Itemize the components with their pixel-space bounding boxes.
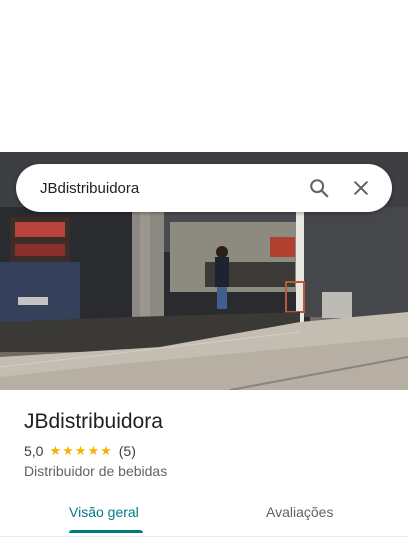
clear-search-button[interactable] [340,167,382,209]
search-icon [310,179,329,198]
tab-reviews[interactable]: Avaliações [266,504,333,520]
star-icon: ★ [62,443,74,458]
search-button[interactable] [298,167,340,209]
rating-row[interactable]: 5,0 ★ ★ ★ ★ ★ (5) [24,443,384,459]
star-rating: ★ ★ ★ ★ ★ [49,444,112,458]
tab-bar: Visão geral Avaliações [0,496,408,536]
place-title: JBdistribuidora [24,410,163,433]
close-icon [354,181,368,195]
place-category[interactable]: Distribuidor de bebidas [24,463,384,479]
search-bar[interactable]: JBdistribuidora [16,164,392,212]
search-query[interactable]: JBdistribuidora [16,180,298,197]
active-tab-indicator [69,530,143,533]
star-icon: ★ [87,443,100,458]
star-icon: ★ [49,443,62,458]
place-info: JBdistribuidora 5,0 ★ ★ ★ ★ ★ (5) Distri… [24,408,384,479]
tab-overview[interactable]: Visão geral [69,504,139,520]
tabs-divider [0,536,408,537]
review-count[interactable]: (5) [119,443,136,459]
star-icon: ★ [74,443,87,458]
star-icon: ★ [100,443,112,458]
rating-value: 5,0 [24,443,44,459]
